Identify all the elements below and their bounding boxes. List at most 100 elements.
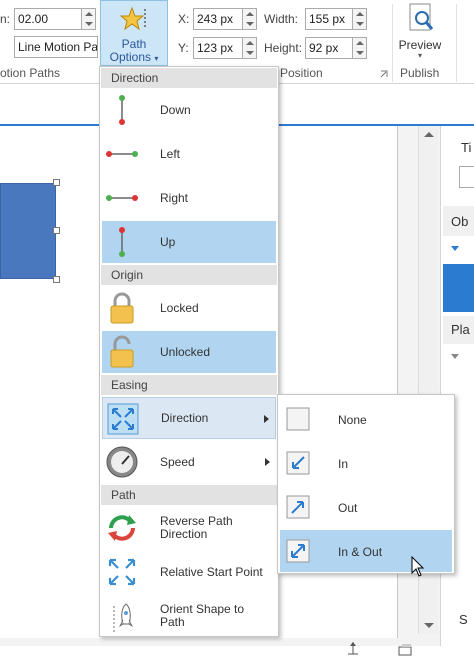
publish-group-label: Publish	[400, 66, 440, 80]
left-path-icon	[106, 151, 138, 157]
easing-direction-icon	[107, 403, 139, 435]
menu-item-left[interactable]: Left	[102, 133, 276, 175]
x-spinner[interactable]	[243, 8, 257, 30]
submenu-item-none[interactable]: None	[280, 398, 452, 440]
menu-item-easing-direction[interactable]: Direction	[102, 397, 276, 439]
menu-item-right[interactable]: Right	[102, 177, 276, 219]
resize-handle-bottom-right[interactable]	[53, 276, 60, 283]
motion-paths-group-label: otion Paths	[0, 66, 61, 80]
menu-item-locked-label: Locked	[160, 301, 199, 315]
submenu-item-none-label: None	[338, 413, 367, 427]
width-field[interactable]: 155 px	[305, 8, 353, 30]
menu-item-down-label: Down	[160, 103, 191, 117]
position-group-label: Position	[280, 66, 323, 80]
ribbon-separator-2	[456, 4, 457, 82]
reverse-path-icon	[108, 515, 136, 541]
submenu-item-out-label: Out	[338, 501, 358, 515]
width-spinner[interactable]	[353, 8, 367, 30]
path-options-label-2: Options ▾	[109, 50, 159, 64]
height-field[interactable]: 92 px	[305, 37, 353, 59]
preview-button[interactable]: Preview ▾	[396, 0, 444, 66]
effect-field[interactable]: Line Motion Pat	[14, 36, 98, 58]
submenu-arrow-icon	[264, 415, 269, 423]
up-path-icon	[119, 227, 125, 257]
menu-item-right-label: Right	[160, 191, 189, 205]
menu-item-speed[interactable]: Speed	[102, 441, 276, 483]
placement-header: Pla	[443, 316, 474, 344]
scroll-down-icon[interactable]	[424, 623, 434, 628]
view-icon[interactable]	[398, 644, 412, 656]
relative-start-icon	[108, 558, 136, 586]
submenu-item-in-and-out[interactable]: In & Out	[280, 530, 452, 572]
duration-field[interactable]: 02.00	[14, 8, 82, 30]
submenu-item-out[interactable]: Out	[280, 486, 452, 528]
menu-item-reverse-path-label: Reverse Path Direction	[160, 514, 233, 541]
rocket-icon	[113, 603, 134, 632]
resize-handle-right[interactable]	[53, 227, 60, 234]
right-pane-bottom-label: S	[459, 612, 468, 627]
menu-item-orient-shape-label: Orient Shape to Path	[160, 602, 245, 629]
scroll-up-icon[interactable]	[424, 132, 434, 137]
fit-slide-icon[interactable]	[346, 642, 360, 656]
easing-out-icon	[286, 495, 310, 519]
menu-header-easing: Easing	[101, 375, 277, 395]
menu-item-speed-label: Speed	[160, 455, 195, 469]
menu-item-reverse-path[interactable]: Reverse Path Direction	[102, 507, 276, 549]
objects-expand-icon[interactable]	[451, 246, 459, 251]
menu-item-relative-start[interactable]: Relative Start Point	[102, 551, 276, 593]
menu-item-up[interactable]: Up	[102, 221, 276, 263]
mouse-cursor-icon	[411, 556, 425, 577]
objects-label: Ob	[451, 214, 469, 229]
object-row-selected[interactable]	[443, 264, 474, 312]
down-path-icon	[119, 95, 125, 125]
selected-shape[interactable]	[0, 183, 56, 279]
submenu-arrow-icon	[265, 458, 270, 466]
preview-icon	[409, 3, 434, 31]
path-options-menu: Direction Down Left Right Up Origin Lock…	[99, 66, 279, 637]
menu-item-relative-start-label: Relative Start Point	[160, 565, 263, 579]
right-path-icon	[106, 195, 138, 201]
x-field[interactable]: 243 px	[193, 8, 243, 30]
ribbon-separator	[392, 4, 393, 82]
duration-label: n:	[0, 12, 11, 26]
objects-header: Ob	[443, 206, 474, 236]
easing-none-icon	[286, 407, 310, 431]
right-pane-input[interactable]	[459, 166, 474, 188]
menu-header-direction: Direction	[101, 68, 277, 88]
menu-item-up-label: Up	[160, 235, 176, 249]
menu-header-origin: Origin	[101, 265, 277, 285]
height-spinner[interactable]	[353, 37, 367, 59]
lock-icon	[110, 292, 134, 324]
right-pane-title: Ti	[461, 140, 472, 155]
unlock-icon	[110, 335, 134, 368]
menu-item-down[interactable]: Down	[102, 89, 276, 131]
duration-spinner[interactable]	[82, 8, 96, 30]
width-label: Width:	[264, 12, 299, 26]
menu-item-easing-direction-label: Direction	[161, 411, 209, 425]
easing-in-out-icon	[286, 539, 310, 563]
path-options-button[interactable]: Path Options ▾	[100, 0, 168, 66]
submenu-item-in-label: In	[338, 457, 349, 471]
y-field[interactable]: 123 px	[193, 37, 243, 59]
y-spinner[interactable]	[243, 37, 257, 59]
star-path-icon	[119, 6, 146, 31]
menu-item-orient-shape[interactable]: Orient Shape to Path	[102, 595, 276, 637]
menu-item-left-label: Left	[160, 147, 181, 161]
easing-direction-submenu: None In Out In & Out	[277, 394, 455, 574]
submenu-item-in[interactable]: In	[280, 442, 452, 484]
menu-item-unlocked[interactable]: Unlocked	[102, 331, 276, 373]
dialog-launcher-icon[interactable]	[380, 70, 388, 78]
submenu-item-in-and-out-label: In & Out	[338, 545, 383, 559]
preview-label: Preview	[398, 38, 442, 52]
preview-dropdown-icon[interactable]: ▾	[396, 51, 444, 61]
menu-item-locked[interactable]: Locked	[102, 287, 276, 329]
speedometer-icon	[106, 446, 138, 478]
y-label: Y:	[178, 41, 189, 55]
x-label: X:	[178, 12, 190, 26]
height-label: Height:	[264, 41, 303, 55]
placement-expand-icon[interactable]	[451, 354, 459, 359]
menu-item-unlocked-label: Unlocked	[160, 345, 211, 359]
resize-handle-top-right[interactable]	[53, 179, 60, 186]
easing-in-icon	[286, 451, 310, 475]
menu-header-path: Path	[101, 485, 277, 505]
